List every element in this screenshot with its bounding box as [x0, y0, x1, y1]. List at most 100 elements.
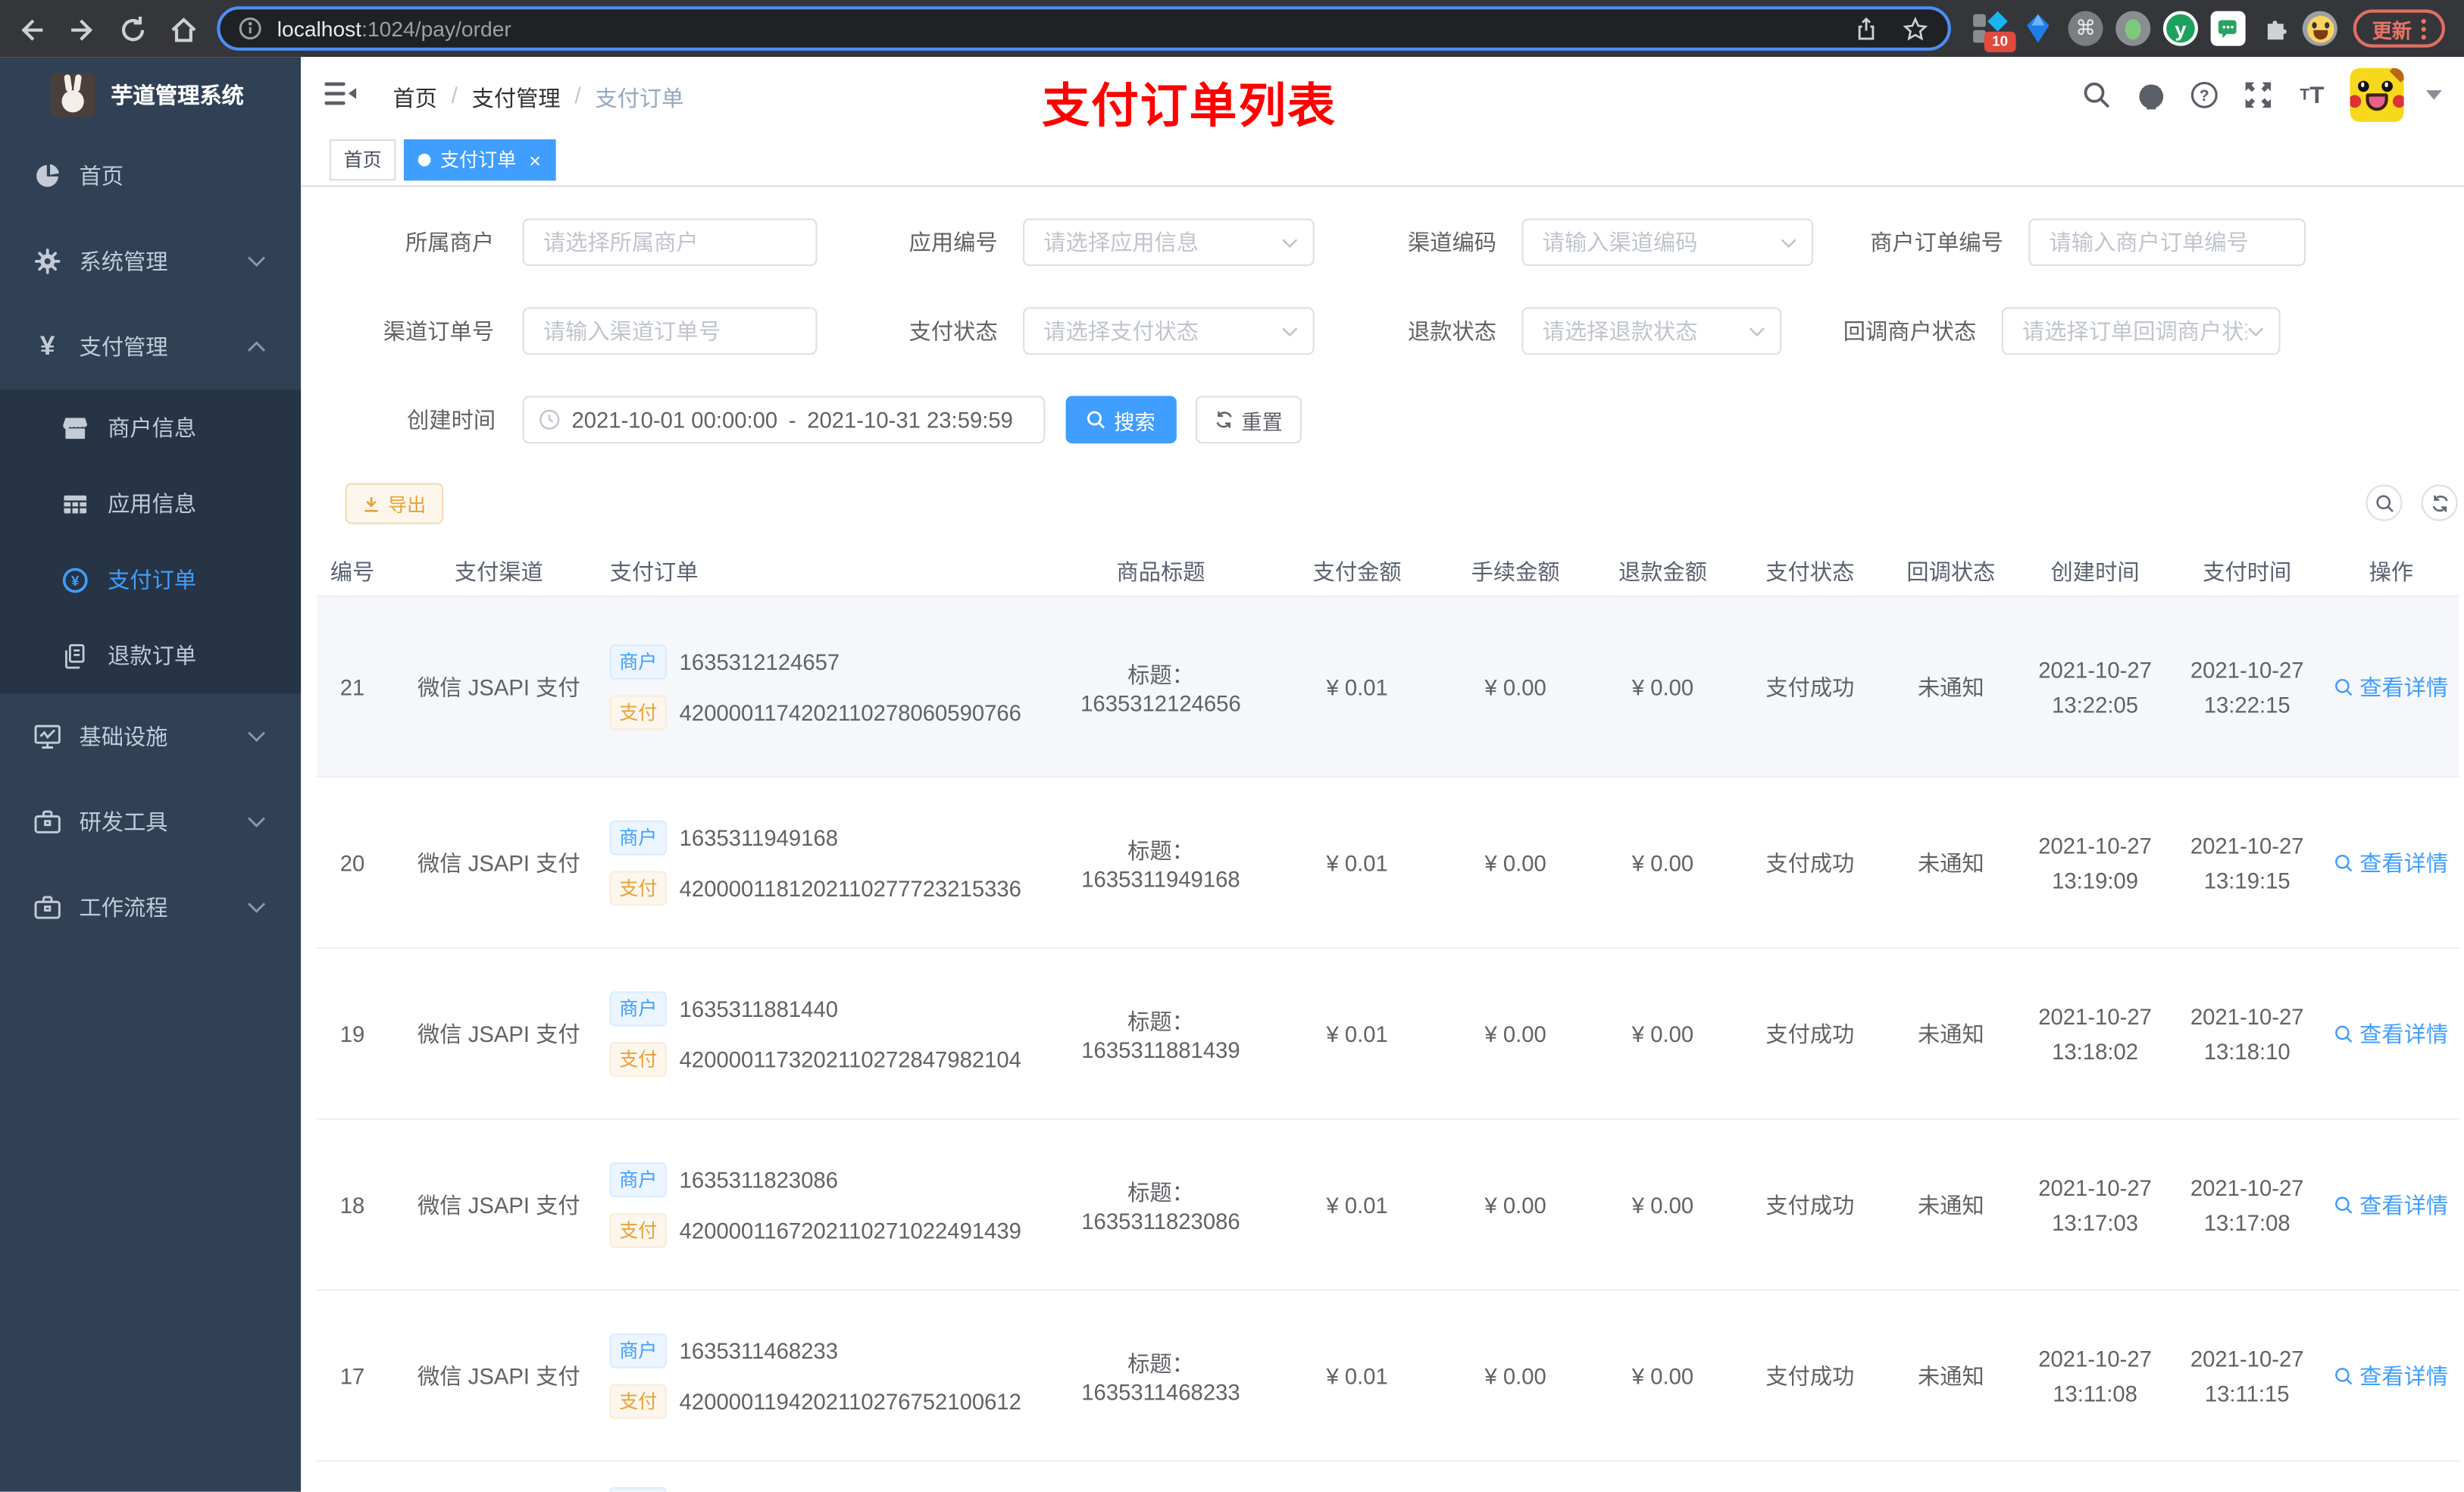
- view-detail-link[interactable]: 查看详情: [2323, 1189, 2459, 1221]
- table-refresh-button[interactable]: [2421, 484, 2458, 521]
- extension-chat-icon[interactable]: [2210, 11, 2246, 46]
- notify-status: 未通知: [1917, 1362, 1984, 1388]
- help-icon[interactable]: ?: [2188, 79, 2220, 111]
- chevron-down-icon: [247, 255, 266, 267]
- app-logo[interactable]: 芋道管理系统: [0, 57, 301, 133]
- page-header: 首页 / 支付管理 / 支付订单 ? TT: [301, 57, 2464, 133]
- date-range-input[interactable]: 2021-10-01 00:00:00 - 2021-10-31 23:59:5…: [522, 396, 1046, 444]
- tab-close-icon[interactable]: ×: [529, 150, 541, 170]
- header-search-icon[interactable]: [2081, 79, 2112, 111]
- breadcrumb-current: 支付订单: [595, 85, 684, 111]
- merchant-select-input[interactable]: [522, 218, 818, 267]
- sidebar-item-workflow[interactable]: 工作流程: [0, 865, 301, 950]
- font-size-icon[interactable]: TT: [2296, 79, 2328, 111]
- chevron-down-icon: [1281, 325, 1299, 336]
- tab-pay-order[interactable]: 支付订单 ×: [403, 139, 555, 181]
- browser-profile-avatar[interactable]: [2302, 11, 2337, 46]
- filter-label: 商户订单编号: [1870, 230, 2003, 255]
- pay-tag: 支付: [609, 870, 667, 906]
- breadcrumb-pay-mgmt[interactable]: 支付管理: [472, 83, 561, 114]
- refund-status-select[interactable]: 请选择退款状态: [1521, 307, 1782, 355]
- browser-reload-icon[interactable]: [117, 14, 149, 46]
- breadcrumb-home[interactable]: 首页: [392, 83, 437, 114]
- notify-status: 未通知: [1917, 1191, 1984, 1218]
- chevron-down-icon: [247, 901, 266, 914]
- pay-status: 支付成功: [1765, 1191, 1855, 1218]
- pay-status-select[interactable]: 请选择支付状态: [1023, 307, 1315, 355]
- reset-button[interactable]: 重置: [1195, 396, 1302, 444]
- pay-tag: 支付: [609, 1041, 667, 1077]
- sidebar-submenu-pay: 商户信息 应用信息 ¥ 支付订单 退款订单: [0, 389, 302, 694]
- table-row: 21 微信 JSAPI 支付 商户 1635312124657 支付 4200001…: [316, 596, 2459, 778]
- pay-tag: 支付: [609, 694, 667, 730]
- table-search-toggle-button[interactable]: [2366, 484, 2403, 521]
- url-bar[interactable]: localhost:1024/pay/order: [217, 6, 1951, 51]
- merchant-order-no-input[interactable]: [2028, 218, 2306, 267]
- chevron-down-icon: [247, 730, 266, 743]
- extension-gem-icon[interactable]: [2021, 11, 2056, 46]
- tags-view-bar: 首页 支付订单 ×: [301, 133, 2464, 187]
- pay-tag: 支付: [609, 1383, 667, 1418]
- chevron-up-icon: [247, 340, 266, 353]
- notify-status: 未通知: [1917, 1021, 1984, 1046]
- extension-y-icon[interactable]: y: [2162, 11, 2198, 46]
- sidebar-item-dev-tools[interactable]: 研发工具: [0, 779, 301, 865]
- view-detail-link[interactable]: 查看详情: [2323, 846, 2459, 878]
- search-button[interactable]: 搜索: [1065, 396, 1177, 444]
- channel-code-select[interactable]: 请输入渠道编码: [1521, 218, 1814, 267]
- github-icon[interactable]: [2134, 79, 2166, 111]
- store-icon: [62, 414, 89, 442]
- dashboard-icon: [33, 161, 62, 190]
- extensions-puzzle-icon[interactable]: [2258, 11, 2293, 46]
- extension-badged-icon[interactable]: 10: [1972, 11, 2016, 52]
- view-detail-link[interactable]: 查看详情: [2323, 1359, 2459, 1391]
- filter-label: 所属商户: [405, 230, 495, 255]
- browser-update-button[interactable]: 更新: [2353, 9, 2445, 48]
- browser-home-icon[interactable]: [168, 14, 200, 46]
- briefcase-icon: [33, 893, 62, 922]
- sidebar-item-app-info[interactable]: 应用信息: [0, 465, 301, 541]
- col-header-channel: 支付渠道: [454, 558, 543, 585]
- yen-icon: ¥: [39, 330, 55, 361]
- fullscreen-icon[interactable]: [2242, 79, 2274, 111]
- view-detail-link[interactable]: 查看详情: [2323, 1018, 2459, 1049]
- export-button[interactable]: 导出: [345, 483, 444, 524]
- date-end[interactable]: 2021-10-31 23:59:59: [807, 407, 1013, 432]
- app-title: 芋道管理系统: [111, 82, 244, 108]
- tab-home[interactable]: 首页: [329, 139, 396, 181]
- active-tab-dot: [417, 153, 431, 167]
- user-avatar[interactable]: [2350, 67, 2404, 122]
- browser-forward-icon[interactable]: [67, 14, 98, 46]
- filter-label: 创建时间: [407, 407, 496, 433]
- extension-command-icon[interactable]: ⌘: [2068, 11, 2103, 46]
- sidebar-item-system[interactable]: 系统管理: [0, 218, 301, 304]
- filter-label: 退款状态: [1408, 318, 1497, 344]
- view-detail-link[interactable]: 查看详情: [2323, 671, 2459, 702]
- sidebar-item-home[interactable]: 首页: [0, 133, 301, 219]
- notify-status-select[interactable]: 请选择订单回调商户状态: [2001, 307, 2281, 355]
- extension-green-dot-icon[interactable]: [2115, 11, 2151, 46]
- sidebar-item-infra[interactable]: 基础设施: [0, 693, 301, 779]
- sidebar-item-pay[interactable]: ¥ 支付管理: [0, 304, 301, 389]
- sidebar-item-pay-order[interactable]: ¥ 支付订单: [0, 542, 301, 618]
- extension-badge: 10: [1984, 31, 2016, 52]
- pay-status: 支付成功: [1765, 849, 1855, 875]
- browser-back-icon[interactable]: [16, 14, 48, 46]
- chevron-down-icon: [2247, 325, 2265, 336]
- breadcrumb: 首页 / 支付管理 / 支付订单: [392, 83, 683, 114]
- col-header-fee: 手续金额: [1471, 558, 1560, 585]
- avatar-caret-icon[interactable]: [2425, 90, 2442, 100]
- date-start[interactable]: 2021-10-01 00:00:00: [571, 407, 777, 432]
- bookmark-star-icon[interactable]: [1902, 15, 1929, 42]
- share-icon[interactable]: [1853, 15, 1880, 42]
- merchant-tag: 商户: [609, 990, 667, 1026]
- app-select[interactable]: 请选择应用信息: [1023, 218, 1315, 267]
- col-header-refund: 退款金额: [1618, 558, 1708, 585]
- col-header-amount: 支付金额: [1312, 558, 1402, 585]
- notify-status: 未通知: [1917, 849, 1984, 875]
- sidebar-collapse-icon[interactable]: [324, 79, 357, 111]
- channel-order-no-input[interactable]: [522, 307, 818, 355]
- site-info-icon[interactable]: [238, 16, 263, 41]
- sidebar-item-refund-order[interactable]: 退款订单: [0, 618, 301, 693]
- sidebar-item-merchant-info[interactable]: 商户信息: [0, 389, 301, 465]
